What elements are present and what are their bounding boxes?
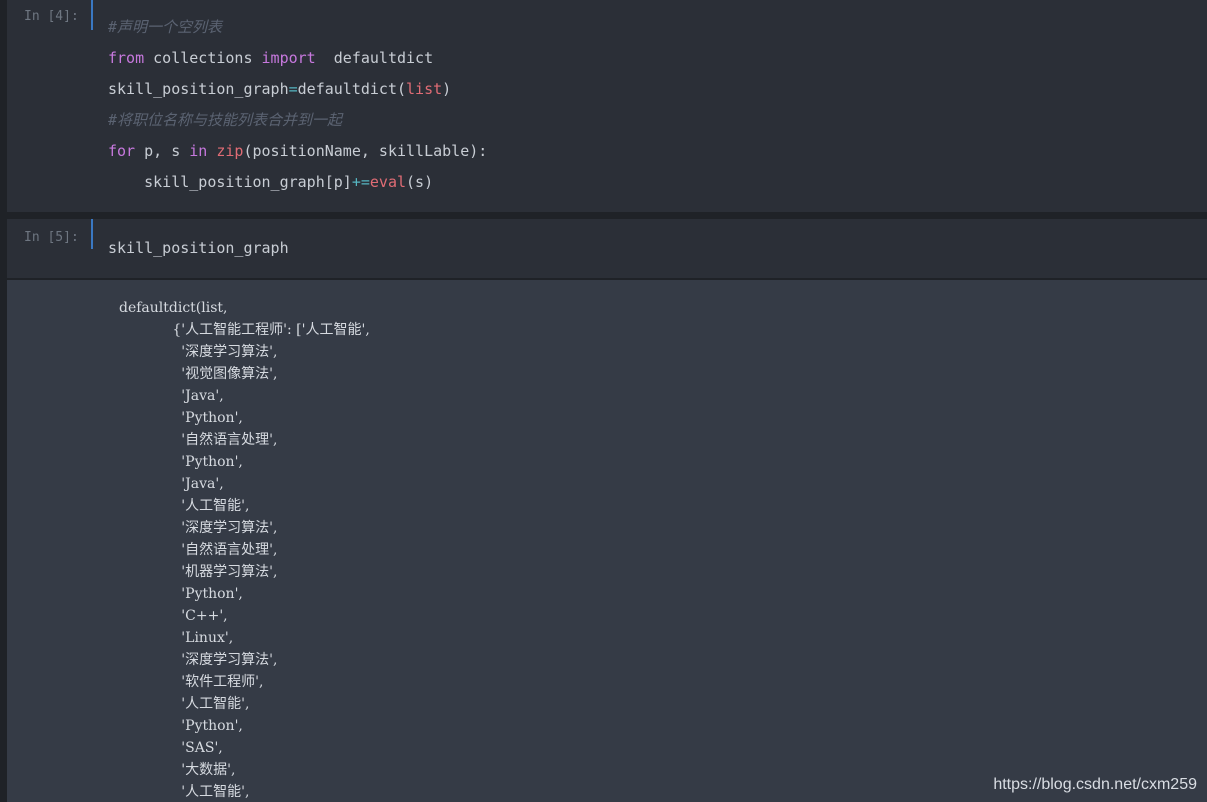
code-token: ) xyxy=(442,80,452,98)
output-line: '自然语言处理', xyxy=(119,432,278,448)
code-token: p, s xyxy=(135,142,190,160)
code-token: import xyxy=(261,49,316,67)
cell-output: defaultdict(list, {'人工智能工程师': ['人工智能', '… xyxy=(7,280,1207,802)
output-line: defaultdict(list, xyxy=(119,300,228,316)
code-line: #声明一个空列表 xyxy=(108,12,487,43)
active-cell-indicator xyxy=(91,0,93,30)
notebook-page: In [4]: #声明一个空列表 from collections import … xyxy=(0,0,1207,802)
code-token: list xyxy=(406,80,443,98)
left-gutter xyxy=(0,0,7,802)
output-line: 'C++', xyxy=(119,608,228,624)
code-token: skill_position_graph xyxy=(108,239,289,257)
code-token: #声明一个空列表 xyxy=(108,18,223,36)
code-token: zip xyxy=(216,142,244,160)
code-line: for p, s in zip(positionName, skillLable… xyxy=(108,136,487,167)
code-token: skill_position_graph xyxy=(108,80,289,98)
code-cell-4[interactable]: In [4]: #声明一个空列表 from collections import … xyxy=(7,0,1207,212)
output-line: 'Linux', xyxy=(119,630,234,646)
code-line: from collections import defaultdict xyxy=(108,43,487,74)
code-token: eval xyxy=(369,173,407,191)
code-token: (s) xyxy=(406,173,434,191)
code-token: collections xyxy=(144,49,262,67)
output-line: 'Java', xyxy=(119,476,224,492)
code-token: (positionName, skillLable): xyxy=(243,142,488,160)
output-line: '视觉图像算法', xyxy=(119,366,278,382)
output-line: 'Python', xyxy=(119,454,243,470)
output-line: '自然语言处理', xyxy=(119,542,278,558)
output-line: '软件工程师', xyxy=(119,674,264,690)
output-line: 'Java', xyxy=(119,388,224,404)
code-editor[interactable]: skill_position_graph xyxy=(108,233,289,264)
active-cell-indicator xyxy=(91,219,93,249)
code-token: defaultdict( xyxy=(297,80,407,98)
output-line: '深度学习算法', xyxy=(119,652,278,668)
output-line: '人工智能', xyxy=(119,696,250,712)
output-line: '人工智能', xyxy=(119,498,250,514)
code-token: defaultdict xyxy=(315,49,434,67)
output-line: 'Python', xyxy=(119,410,243,426)
code-token: in xyxy=(189,142,208,160)
code-line: skill_position_graph xyxy=(108,233,289,264)
code-line: #将职位名称与技能列表合并到一起 xyxy=(108,105,487,136)
code-token: from xyxy=(108,49,145,67)
code-line: skill_position_graph=defaultdict(list) xyxy=(108,74,487,105)
output-text: defaultdict(list, {'人工智能工程师': ['人工智能', '… xyxy=(119,297,370,802)
cell-prompt: In [5]: xyxy=(24,230,79,245)
output-line: '机器学习算法', xyxy=(119,564,278,580)
output-line: '深度学习算法', xyxy=(119,344,278,360)
code-token: += xyxy=(351,173,370,191)
code-token: for xyxy=(108,142,136,160)
output-line: '大数据', xyxy=(119,762,236,778)
output-line: 'Python', xyxy=(119,586,243,602)
code-editor[interactable]: #声明一个空列表 from collections import defaultd… xyxy=(108,12,487,198)
code-cell-5[interactable]: In [5]: skill_position_graph xyxy=(7,219,1207,278)
output-line: 'SAS', xyxy=(119,740,223,756)
code-token: skill_position_graph[p] xyxy=(108,173,352,191)
output-line: {'人工智能工程师': ['人工智能', xyxy=(119,322,370,338)
output-line: 'Python', xyxy=(119,718,243,734)
code-token: #将职位名称与技能列表合并到一起 xyxy=(108,111,343,129)
code-token: = xyxy=(288,80,298,98)
output-line: '人工智能', xyxy=(119,784,250,800)
code-line: skill_position_graph[p]+=eval(s) xyxy=(108,167,487,198)
output-line: '深度学习算法', xyxy=(119,520,278,536)
watermark: https://blog.csdn.net/cxm259 xyxy=(993,776,1197,793)
cell-prompt: In [4]: xyxy=(24,9,79,24)
